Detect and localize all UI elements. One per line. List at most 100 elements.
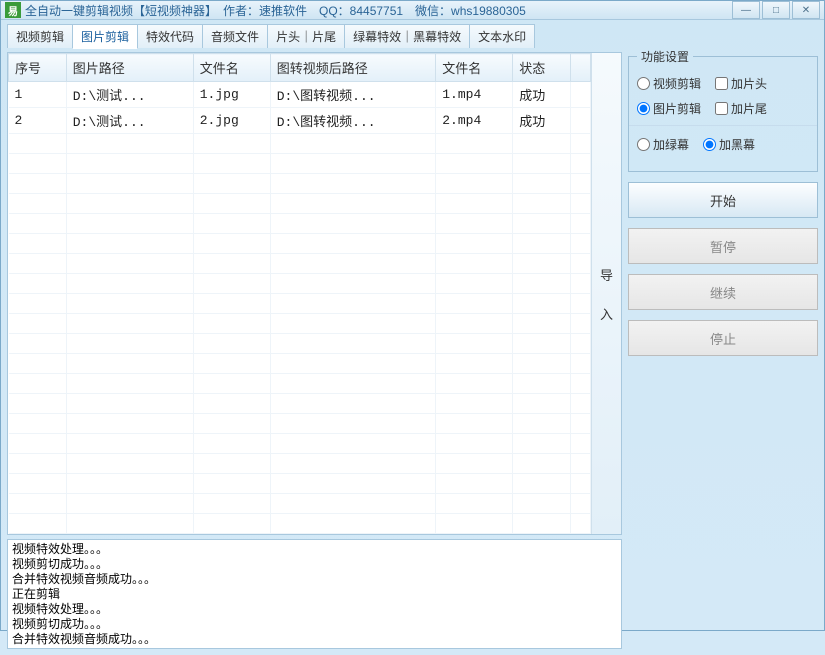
table-cell (270, 474, 436, 494)
table-row[interactable]: 1D:\测试...1.jpgD:\图转视频...1.mp4成功 (9, 82, 591, 108)
column-header[interactable]: 文件名 (193, 54, 270, 82)
log-line: 视频特效处理。。。 (12, 602, 617, 617)
table-body: 1D:\测试...1.jpgD:\图转视频...1.mp4成功2D:\测试...… (9, 82, 591, 534)
tab-5[interactable]: 绿幕特效｜黑幕特效 (344, 24, 470, 48)
table-row[interactable] (9, 134, 591, 154)
tab-6[interactable]: 文本水印 (469, 24, 535, 48)
settings-fieldset: 功能设置 视频剪辑 加片头 图片剪辑 加片尾 加绿幕 加黑幕 (628, 48, 818, 172)
stop-button[interactable]: 停止 (628, 320, 818, 356)
table-cell (9, 474, 67, 494)
table-cell (270, 174, 436, 194)
import-label-1: 导 (600, 265, 613, 284)
table-row[interactable] (9, 374, 591, 394)
table-row[interactable] (9, 294, 591, 314)
tab-0[interactable]: 视频剪辑 (7, 24, 73, 48)
table-cell (66, 134, 193, 154)
table-cell (193, 234, 270, 254)
table-row[interactable] (9, 174, 591, 194)
column-header[interactable]: 状态 (513, 54, 571, 82)
resume-button[interactable]: 继续 (628, 274, 818, 310)
table-cell (436, 374, 513, 394)
table-cell (436, 474, 513, 494)
table-row[interactable] (9, 414, 591, 434)
table-cell (66, 314, 193, 334)
table-cell (9, 134, 67, 154)
log-line: 合并特效视频音频成功。。。 (12, 572, 617, 587)
table-cell (513, 474, 571, 494)
tail-checkbox[interactable]: 加片尾 (715, 100, 767, 117)
table-cell (571, 214, 591, 234)
table-cell: 1 (9, 82, 67, 108)
table-row[interactable]: 2D:\测试...2.jpgD:\图转视频...2.mp4成功 (9, 108, 591, 134)
table-row[interactable] (9, 494, 591, 514)
table-cell (66, 234, 193, 254)
column-header[interactable]: 序号 (9, 54, 67, 82)
table-row[interactable] (9, 514, 591, 534)
table-cell (436, 394, 513, 414)
table-cell (9, 314, 67, 334)
maximize-button[interactable]: □ (762, 1, 790, 19)
table-row[interactable] (9, 214, 591, 234)
table-row[interactable] (9, 194, 591, 214)
table-cell (193, 254, 270, 274)
table-cell (66, 494, 193, 514)
table-cell (9, 494, 67, 514)
table-cell: D:\测试... (66, 108, 193, 134)
table-cell (571, 174, 591, 194)
table-row[interactable] (9, 234, 591, 254)
table-cell: 成功 (513, 82, 571, 108)
table-cell (9, 294, 67, 314)
table-cell (436, 174, 513, 194)
log-panel[interactable]: 视频特效处理。。。视频剪切成功。。。合并特效视频音频成功。。。正在剪辑视频特效处… (7, 539, 622, 649)
table-cell: 1.mp4 (436, 82, 513, 108)
table-row[interactable] (9, 454, 591, 474)
black-screen-radio[interactable]: 加黑幕 (703, 136, 755, 153)
table-cell (513, 174, 571, 194)
table-cell (571, 354, 591, 374)
table-row[interactable] (9, 434, 591, 454)
tab-3[interactable]: 音频文件 (202, 24, 268, 48)
mode-image-radio[interactable]: 图片剪辑 (637, 100, 701, 117)
table-row[interactable] (9, 354, 591, 374)
close-button[interactable]: ✕ (792, 1, 820, 19)
table-cell: D:\图转视频... (270, 108, 436, 134)
right-panel: 功能设置 视频剪辑 加片头 图片剪辑 加片尾 加绿幕 加黑幕 开始 暂停 继续 … (628, 26, 818, 649)
column-header[interactable]: 图转视频后路径 (270, 54, 436, 82)
table-cell (513, 314, 571, 334)
table-cell (270, 234, 436, 254)
pause-button[interactable]: 暂停 (628, 228, 818, 264)
import-button[interactable]: 导 入 (591, 53, 621, 534)
table-row[interactable] (9, 394, 591, 414)
table-row[interactable] (9, 254, 591, 274)
tab-2[interactable]: 特效代码 (137, 24, 203, 48)
table-cell (513, 274, 571, 294)
left-panel: 视频剪辑图片剪辑特效代码音频文件片头｜片尾绿幕特效｜黑幕特效文本水印 序号图片路… (7, 26, 622, 649)
tab-1[interactable]: 图片剪辑 (72, 24, 138, 49)
column-header[interactable]: 文件名 (436, 54, 513, 82)
minimize-button[interactable]: — (732, 1, 760, 19)
table-cell (571, 274, 591, 294)
table-row[interactable] (9, 474, 591, 494)
table-cell (193, 334, 270, 354)
table-row[interactable] (9, 334, 591, 354)
column-header[interactable]: 图片路径 (66, 54, 193, 82)
mode-video-radio[interactable]: 视频剪辑 (637, 75, 701, 92)
table-row[interactable] (9, 314, 591, 334)
table-row[interactable] (9, 154, 591, 174)
start-button[interactable]: 开始 (628, 182, 818, 218)
green-screen-radio[interactable]: 加绿幕 (637, 136, 689, 153)
titlebar: 易 全自动一键剪辑视频【短视频神器】 作者：速推软件 QQ：84457751 微… (1, 1, 824, 20)
head-checkbox[interactable]: 加片头 (715, 75, 767, 92)
table-cell (9, 434, 67, 454)
table-cell (436, 274, 513, 294)
table-cell (513, 214, 571, 234)
table-cell (513, 454, 571, 474)
table-cell (513, 154, 571, 174)
table-cell (9, 274, 67, 294)
table-cell: D:\图转视频... (270, 82, 436, 108)
tab-4[interactable]: 片头｜片尾 (267, 24, 345, 48)
table-cell: 成功 (513, 108, 571, 134)
table-cell (571, 514, 591, 534)
table-cell (513, 374, 571, 394)
table-row[interactable] (9, 274, 591, 294)
